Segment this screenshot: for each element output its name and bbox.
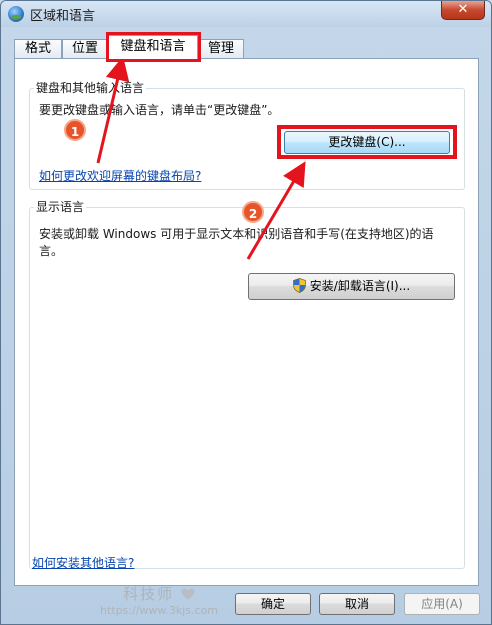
watermark: 科技师 https://www.3kjs.com	[89, 583, 229, 617]
ok-button[interactable]: 确定	[235, 593, 311, 615]
cancel-button[interactable]: 取消	[319, 593, 395, 615]
step-1-badge: 1	[64, 119, 86, 141]
step-2-badge: 2	[242, 201, 264, 223]
apply-button[interactable]: 应用(A)	[404, 593, 480, 615]
heart-icon	[181, 588, 195, 600]
region-language-dialog: 区域和语言 ✕ 格式 位置 键盘和语言 管理 键盘和其他输入语言 要更改键盘或输…	[0, 0, 492, 625]
tab-highlight-box	[106, 32, 201, 62]
arrow-to-tab	[96, 56, 130, 164]
watermark-name: 科技师	[123, 585, 175, 603]
annotation-arrows	[96, 56, 306, 260]
watermark-url: https://www.3kjs.com	[99, 604, 219, 617]
